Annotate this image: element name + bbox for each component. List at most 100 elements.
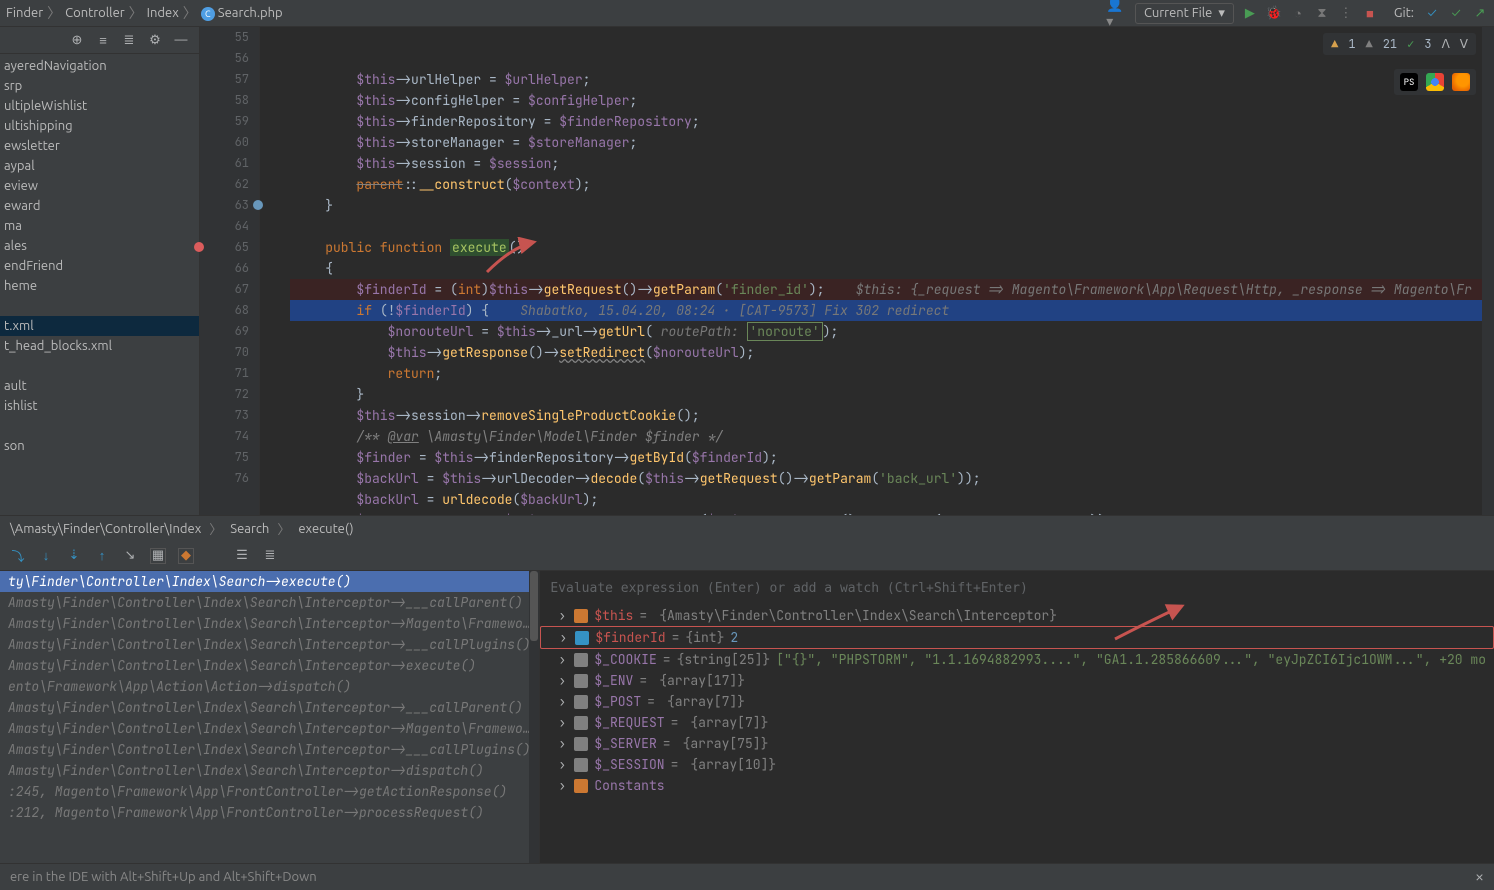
stack-frame[interactable]: Amasty\Finder\Controller\Index\Search\In… [0,592,539,613]
tree-item[interactable]: eview [0,176,199,196]
code-line[interactable]: $this->session = $session; [290,153,1494,174]
gutter-line[interactable]: 73 [200,405,249,426]
code-line[interactable]: $this->finderRepository = $finderReposit… [290,111,1494,132]
firefox-icon[interactable] [1452,73,1470,91]
frames-scrollbar[interactable] [529,571,539,863]
gutter-line[interactable]: 65 [200,237,249,258]
code-line[interactable]: $this->urlHelper = $urlHelper; [290,69,1494,90]
gutter-line[interactable]: 72 [200,384,249,405]
code-line[interactable]: $finder = $this->finderRepository->getBy… [290,447,1494,468]
evaluate-icon[interactable]: ▦ [150,548,166,564]
breadcrumb-item[interactable]: Index [147,6,179,20]
expand-toggle-icon[interactable]: › [558,693,568,710]
variable-row[interactable]: ›$_SERVER = {array[75]} [540,733,1494,754]
stack-frame[interactable]: Amasty\Finder\Controller\Index\Search\In… [0,697,539,718]
code-line[interactable]: parent::__construct($context); [290,174,1494,195]
coverage-icon[interactable]: ◔ [1290,5,1306,21]
stack-frame[interactable]: ty\Finder\Controller\Index\Search->execu… [0,571,539,592]
gutter-line[interactable]: 55 [200,27,249,48]
chrome-icon[interactable] [1426,73,1444,91]
tree-item[interactable]: eward [0,196,199,216]
code-line[interactable]: $this->getResponse()->setRedirect($norou… [290,342,1494,363]
crumb-item[interactable]: Search [230,522,269,536]
code-line[interactable] [290,216,1494,237]
variable-row[interactable]: ›$_REQUEST = {array[7]} [540,712,1494,733]
step-into-icon[interactable]: ↓ [38,548,54,564]
tree-item[interactable]: endFriend [0,256,199,276]
code-line[interactable]: { [290,258,1494,279]
code-line[interactable]: if (!$finderId) { Shabatko, 15.04.20, 08… [290,300,1494,321]
gutter-line[interactable]: 59 [200,111,249,132]
gutter-line[interactable]: 63 [200,195,249,216]
git-commit-icon[interactable]: ✓ [1448,5,1464,21]
run-icon[interactable]: ▶ [1242,5,1258,21]
code-editor[interactable]: 5556575859606162636465666768697071727374… [200,27,1494,515]
tree-item[interactable]: ewsletter [0,136,199,156]
tree-item[interactable] [0,416,199,436]
gutter-line[interactable]: 67 [200,279,249,300]
tree-item[interactable]: t_head_blocks.xml [0,336,199,356]
gutter-line[interactable]: 68 [200,300,249,321]
stack-frame[interactable]: Amasty\Finder\Controller\Index\Search\In… [0,613,539,634]
hide-icon[interactable]: — [173,32,189,48]
breadcrumb-item[interactable]: CSearch.php [201,6,283,21]
target-icon[interactable]: ⊕ [69,32,85,48]
variable-row[interactable]: ›$_COOKIE = {string[25]} ["{}", "PHPSTOR… [540,649,1494,670]
run-to-cursor-icon[interactable]: ↘ [122,548,138,564]
code-line[interactable]: } [290,384,1494,405]
variable-row[interactable]: ›$finderId = {int} 2 [540,626,1494,649]
phpstorm-icon[interactable]: PS [1400,73,1418,91]
code-line[interactable]: return; [290,363,1494,384]
tree-item[interactable]: ishlist [0,396,199,416]
trace-icon[interactable]: ◆ [178,548,194,564]
gutter-line[interactable]: 62 [200,174,249,195]
stack-frame[interactable]: Amasty\Finder\Controller\Index\Search\In… [0,739,539,760]
gutter-line[interactable]: 66 [200,258,249,279]
gutter-line[interactable]: 58 [200,90,249,111]
tree-item[interactable]: t.xml [0,316,199,336]
code-line[interactable]: /** @var \Amasty\Finder\Model\Finder $fi… [290,426,1494,447]
expand-toggle-icon[interactable]: › [558,714,568,731]
expand-icon[interactable]: ≡ [95,32,111,48]
variable-row[interactable]: ›$this = {Amasty\Finder\Controller\Index… [540,605,1494,626]
breadcrumb-item[interactable]: Controller [65,6,125,20]
tree-item[interactable] [0,296,199,316]
code-line[interactable]: $this->configHelper = $configHelper; [290,90,1494,111]
stack-frame[interactable]: :212, Magento\Framework\App\FrontControl… [0,802,539,823]
run-config-selector[interactable]: Current File ▾ [1135,3,1234,24]
stop-icon[interactable]: ■ [1362,5,1378,21]
chevron-down-icon[interactable]: ᐯ [1460,36,1468,52]
code-line[interactable]: $currentApplyUrl = $this->urlDecoder->de… [290,510,1494,515]
tree-item[interactable]: srp [0,76,199,96]
structure-breadcrumb[interactable]: \Amasty\Finder\Controller\Index〉Search〉e… [0,515,1494,541]
expand-toggle-icon[interactable]: › [559,629,569,646]
editor-code-area[interactable]: $this->urlHelper = $urlHelper; $this->co… [260,27,1494,515]
code-line[interactable]: $norouteUrl = $this->_url->getUrl( route… [290,321,1494,342]
gutter-line[interactable]: 69 [200,321,249,342]
tree-item[interactable]: ultishipping [0,116,199,136]
code-line[interactable]: $this->storeManager = $storeManager; [290,132,1494,153]
frames-panel[interactable]: ty\Finder\Controller\Index\Search->execu… [0,571,540,863]
tree-item[interactable]: heme [0,276,199,296]
code-line[interactable]: $this->session->removeSingleProductCooki… [290,405,1494,426]
tree-item[interactable]: ma [0,216,199,236]
list-icon[interactable]: ☰ [234,548,250,564]
gutter-line[interactable]: 61 [200,153,249,174]
chevron-up-icon[interactable]: ᐱ [1442,36,1450,52]
force-step-into-icon[interactable]: ⇣ [66,548,82,564]
debug-icon[interactable]: 🐞 [1266,5,1282,21]
step-over-icon[interactable]: ⤵ [10,548,26,564]
gutter-line[interactable]: 74 [200,426,249,447]
tree-item[interactable]: ault [0,376,199,396]
crumb-item[interactable]: execute() [298,522,353,536]
stack-frame[interactable]: ento\Framework\App\Action\Action->dispat… [0,676,539,697]
stack-frame[interactable]: Amasty\Finder\Controller\Index\Search\In… [0,718,539,739]
gutter-line[interactable]: 64 [200,216,249,237]
tree-item[interactable]: son [0,436,199,456]
variable-row[interactable]: ›$_SESSION = {array[10]} [540,754,1494,775]
tree-item[interactable]: ales [0,236,199,256]
gutter-line[interactable]: 56 [200,48,249,69]
expand-toggle-icon[interactable]: › [558,607,568,624]
expand-toggle-icon[interactable]: › [558,756,568,773]
code-line[interactable]: } [290,195,1494,216]
